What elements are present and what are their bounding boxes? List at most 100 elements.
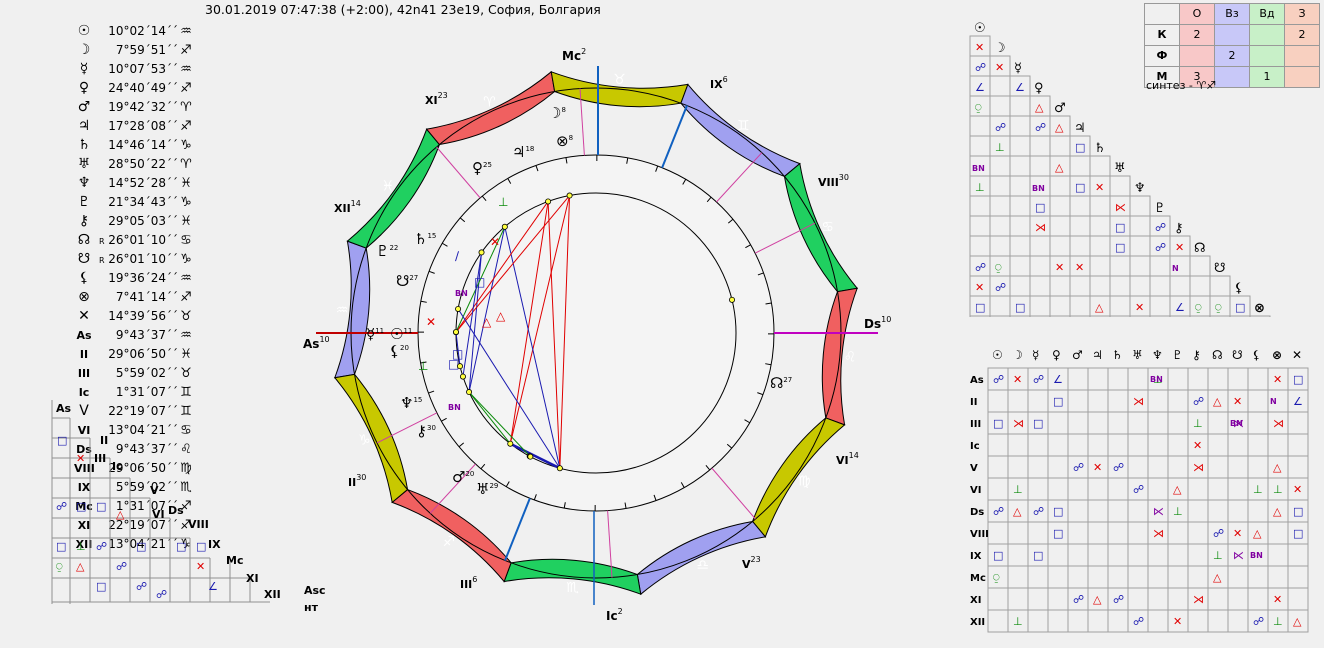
aspect-symbol: □	[993, 549, 1003, 562]
inner-circle	[417, 154, 775, 512]
aspect-symbol: ☍	[1155, 241, 1166, 254]
grid-planet-icon: ⊗	[1254, 301, 1265, 316]
planet-degree: 17°28´08´´	[108, 119, 178, 133]
planet-dot[interactable]	[453, 328, 460, 335]
aspect-symbol: ∠	[1015, 81, 1025, 94]
aspect-symbol: ⋊	[1153, 527, 1164, 540]
chart-planet-icon: ⊗8	[556, 132, 573, 150]
aspect-symbol: ∠	[975, 81, 985, 94]
zodiac-sign-icon: ♑	[180, 195, 192, 210]
planet-row: ⚸ 19°36´24´´ ♒	[60, 269, 195, 288]
zodiac-sign-icon: ♓	[180, 214, 192, 229]
chart-planet-icon: ♆15	[400, 394, 422, 412]
zodiac-sign-icon: ♐	[180, 43, 192, 58]
zodiac-sign-icon: ♓	[382, 179, 395, 195]
svg-text:✕: ✕	[76, 452, 85, 465]
planet-dot[interactable]	[501, 223, 508, 230]
svg-text:□: □	[96, 580, 106, 593]
aspect-symbol: ⊥	[1193, 417, 1203, 430]
planet-dot[interactable]	[556, 465, 563, 472]
house-label: III6	[460, 575, 477, 591]
planet-degree: 21°34´43´´	[108, 195, 178, 209]
zodiac-sign-icon: ♐	[180, 290, 192, 305]
planet-dot[interactable]	[459, 373, 466, 380]
planet-row: II 29°06´50´´ ♓	[60, 345, 195, 364]
matrix-col-icon: ☋	[1232, 348, 1243, 362]
natal-chart-wheel[interactable]: ♒♓♈♉♊♋♌♍♎♏♐♑ △ △✕✕□□□⊥⊥∕BNBN Mc2Ic2As10Ds…	[300, 30, 900, 630]
chart-planet-icon: ♇22	[376, 242, 398, 260]
aspect-symbol: ✕	[1293, 483, 1302, 496]
planet-dot[interactable]	[545, 198, 552, 205]
svg-text:VI: VI	[152, 508, 165, 521]
ds-label: Ds10	[864, 315, 891, 331]
house-label: II30	[348, 473, 366, 489]
aspect-symbol: △	[1173, 483, 1182, 496]
aspect-symbol: □	[1293, 527, 1303, 540]
grid-planet-icon: ♃	[1074, 121, 1086, 136]
planet-degree: 26°01´10´´	[108, 252, 178, 266]
aspect-symbol: ⊥	[1253, 483, 1263, 496]
zodiac-sign-icon: ♑	[358, 433, 371, 449]
aspect-symbol: ⊥	[1013, 483, 1023, 496]
zodiac-sign-icon: ♒	[180, 328, 192, 343]
aspect-symbol: ✕	[975, 41, 984, 54]
aspect-symbol: △	[1273, 461, 1282, 474]
zodiac-segment	[333, 373, 409, 504]
aspect-symbol: ☍	[1213, 527, 1224, 540]
planet-dot[interactable]	[478, 249, 485, 256]
planet-row: ☋ R 26°01´10´´ ♑	[60, 250, 195, 269]
aspect-symbol: △	[1273, 505, 1282, 518]
zodiac-sign-icon: ♌	[844, 349, 857, 365]
planet-glyph-icon: ♃	[77, 118, 91, 134]
aspect-symbol: ✕	[1193, 439, 1202, 452]
aspect-symbol: ∠	[1293, 395, 1303, 408]
aspect-symbol: ☍	[1033, 505, 1044, 518]
matrix-col-icon: ☿	[1032, 348, 1039, 362]
svg-text:□: □	[136, 540, 146, 553]
zodiac-sign-icon: ♋	[821, 219, 834, 235]
planet-row: ⊗ 7°41´14´´ ♐	[60, 288, 195, 307]
planet-dot[interactable]	[466, 389, 473, 396]
aspect-symbol: ⊥	[1173, 505, 1183, 518]
grid-planet-icon: ♀	[1034, 81, 1044, 96]
svg-text:□: □	[176, 540, 186, 553]
chart-planet-icon: ♄15	[414, 230, 436, 248]
planet-dot[interactable]	[507, 440, 514, 447]
zodiac-sign-icon: ♏	[566, 580, 579, 596]
aspect-symbol: ✕	[490, 235, 500, 249]
grid-planet-icon: ☽	[994, 41, 1006, 56]
planet-dot[interactable]	[456, 363, 463, 370]
aspect-symbol: ☍	[975, 61, 986, 74]
aspect-symbol: △	[1093, 593, 1102, 606]
zodiac-sign-icon: ♍	[798, 473, 811, 489]
svg-text:✕: ✕	[196, 560, 205, 573]
matrix-row-label: Ic	[970, 441, 980, 452]
aspect-symbol: △	[1213, 395, 1222, 408]
planet-dot[interactable]	[527, 453, 534, 460]
svg-text:IX: IX	[208, 538, 221, 551]
chart-header: 30.01.2019 07:47:38 (+2:00), 42n41 23e19…	[205, 2, 601, 17]
aspect-symbol: ✕	[975, 281, 984, 294]
matrix-col-icon: ♇	[1172, 348, 1183, 362]
aspect-symbol: ☍	[995, 121, 1006, 134]
planet-row: ♅ 28°50´22´´ ♈	[60, 155, 195, 174]
planet-dot[interactable]	[566, 192, 573, 199]
aspect-symbol: ⍜	[1215, 301, 1222, 314]
planet-row: ♇ 21°34´43´´ ♑	[60, 193, 195, 212]
svg-text:VIII: VIII	[188, 518, 209, 531]
matrix-row-label: VI	[970, 485, 981, 496]
svg-text:□: □	[56, 540, 66, 553]
aspect-symbol: ∠	[1053, 373, 1063, 386]
zodiac-sign-icon: ♋	[180, 233, 192, 248]
house-cusp-line	[711, 467, 756, 520]
chart-planet-icon: ☿11	[366, 325, 384, 343]
planet-row: ♃ 17°28´08´´ ♐	[60, 117, 195, 136]
planet-dot[interactable]	[455, 305, 462, 312]
planet-glyph-icon: ♂	[77, 99, 91, 115]
aspect-symbol: □	[993, 417, 1003, 430]
planet-glyph-icon: ☽	[77, 42, 91, 58]
aspect-symbol: □	[1015, 301, 1025, 314]
chart-planet-icon: ⚷30	[416, 422, 436, 440]
planet-dot[interactable]	[729, 296, 736, 303]
planet-glyph-icon: ♀	[78, 80, 90, 96]
